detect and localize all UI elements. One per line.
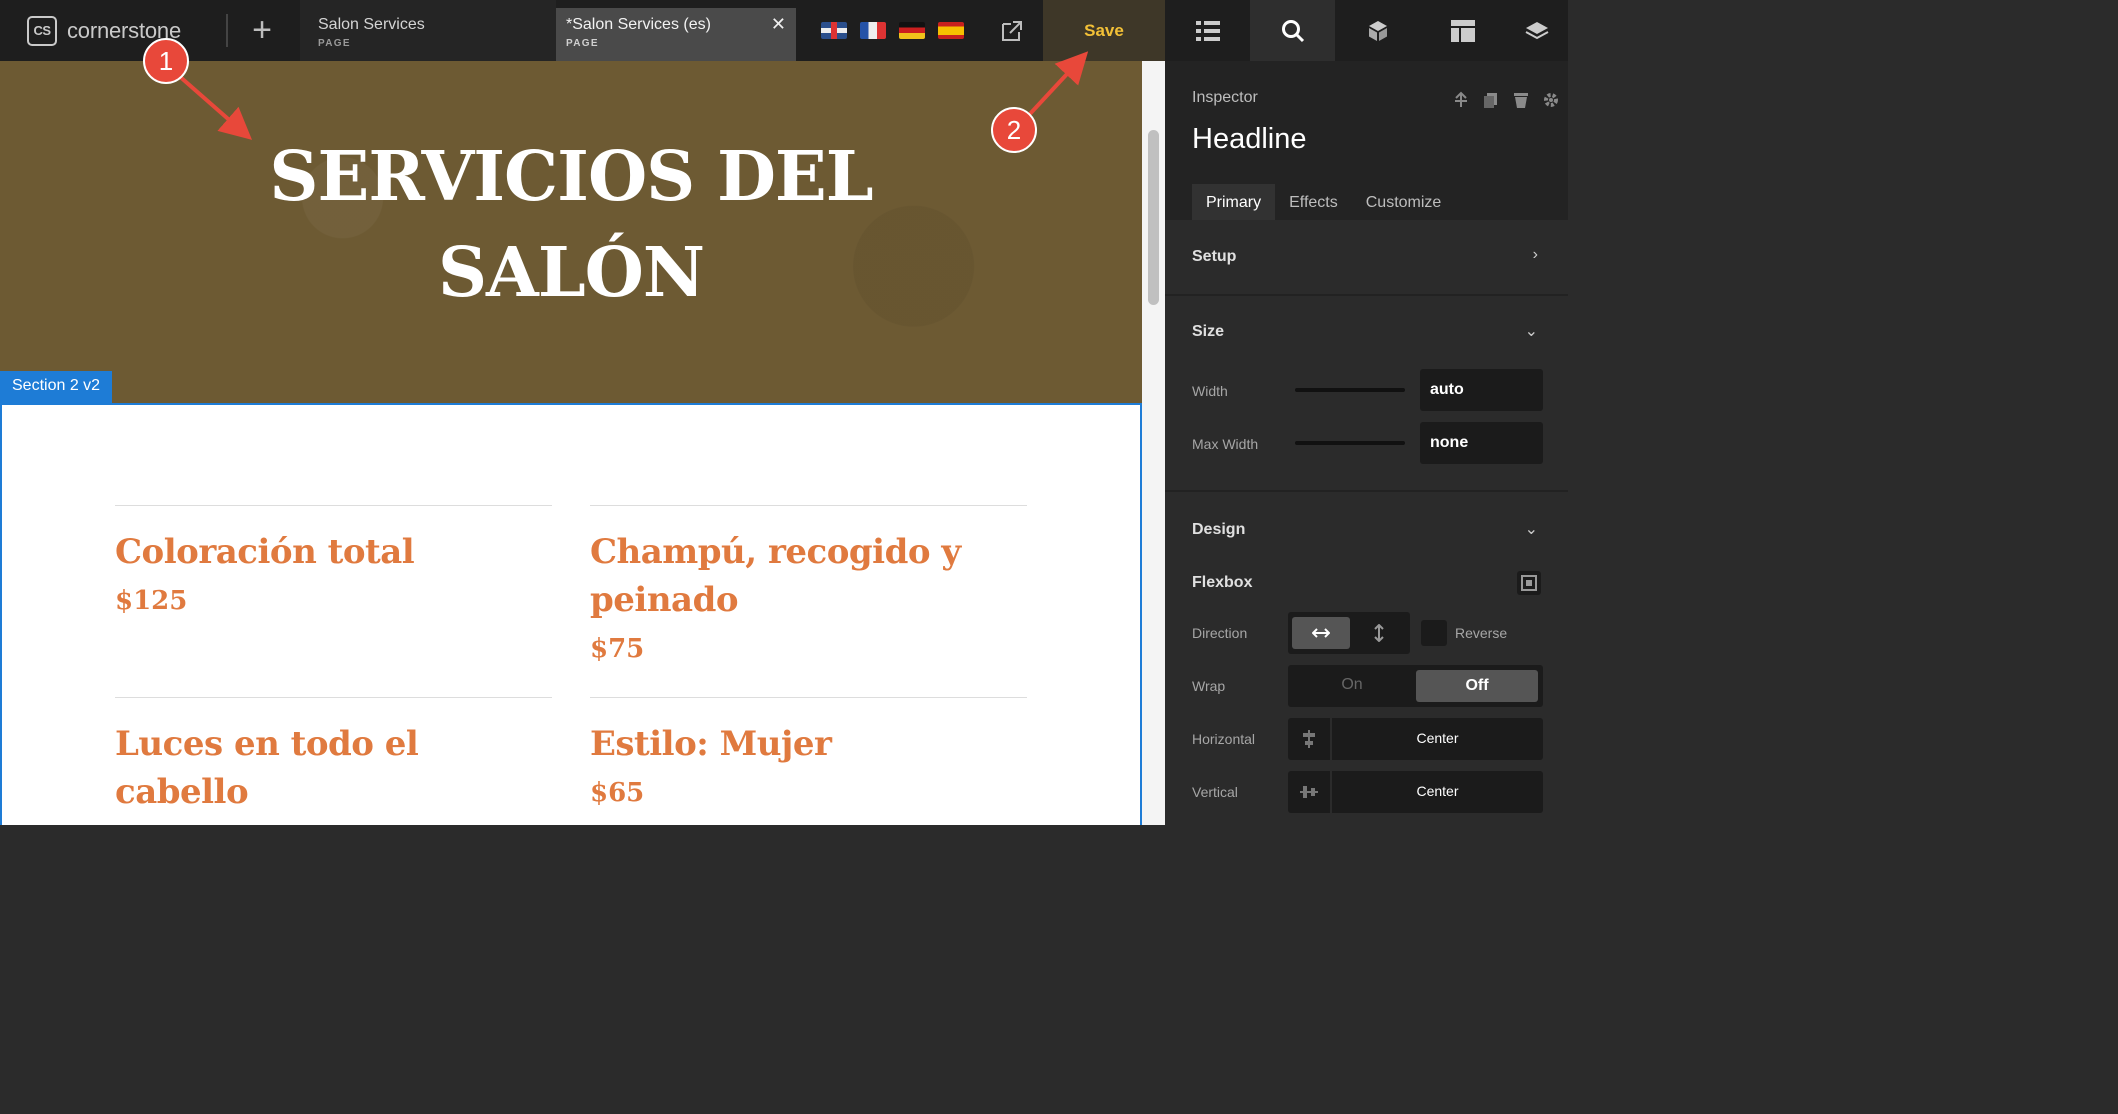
annotation-number-2: 2 [1007,115,1021,145]
annotation-number-1: 1 [159,46,173,76]
annotation-overlay: 1 2 [143,38,1089,153]
annotation-arrow-2 [1026,51,1089,118]
annotation-arrow-1 [176,73,253,140]
